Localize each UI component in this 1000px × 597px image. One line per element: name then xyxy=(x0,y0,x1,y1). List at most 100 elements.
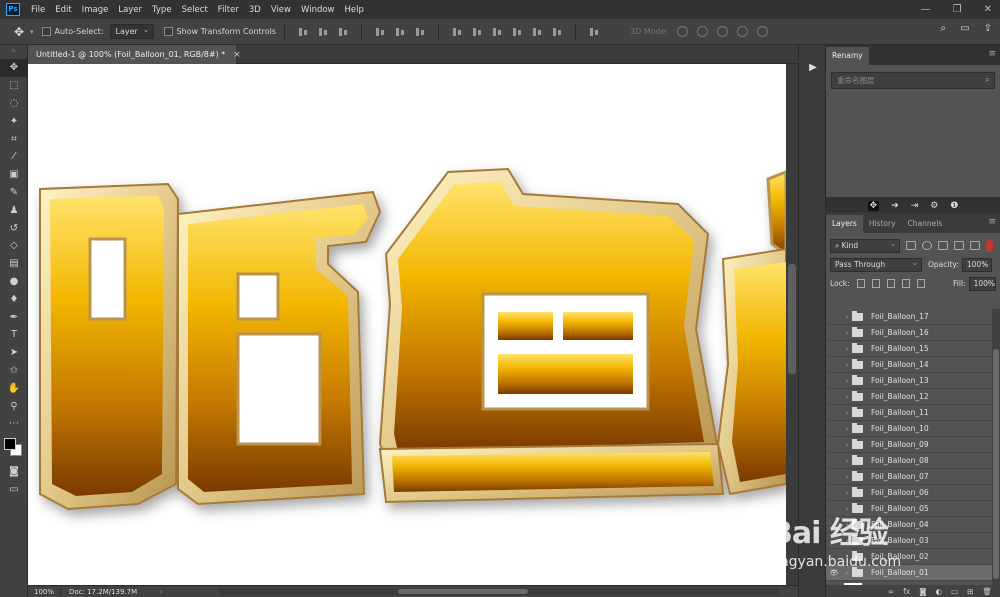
more-tools-icon[interactable]: ⋯ xyxy=(0,415,28,433)
type-filter-icon[interactable] xyxy=(938,241,948,250)
menu-image[interactable]: Image xyxy=(77,5,114,15)
dodge-tool-icon[interactable]: ♦ xyxy=(0,290,28,308)
expand-caret-icon[interactable]: › xyxy=(842,329,852,337)
link-layers-icon[interactable]: ∞ xyxy=(888,587,894,596)
history-brush-tool-icon[interactable]: ↺ xyxy=(0,219,28,237)
lock-artboard-icon[interactable] xyxy=(901,279,910,288)
align-right-icon[interactable] xyxy=(413,26,427,38)
expand-caret-icon[interactable]: › xyxy=(842,489,852,497)
expand-caret-icon[interactable]: › xyxy=(842,441,852,449)
auto-select-checkbox[interactable] xyxy=(41,27,51,36)
align-hcenter-icon[interactable] xyxy=(393,26,407,38)
canvas-vertical-scrollbar[interactable] xyxy=(786,64,798,585)
healing-brush-tool-icon[interactable]: ▣ xyxy=(0,166,28,184)
document-info[interactable]: Doc: 17.2M/139.7M xyxy=(60,587,160,596)
expand-caret-icon[interactable]: › xyxy=(842,313,852,321)
status-menu-arrow-icon[interactable]: › xyxy=(160,588,172,596)
hand-tool-icon[interactable]: ✋ xyxy=(0,379,28,397)
tab-channels[interactable]: Channels xyxy=(902,215,949,233)
expand-caret-icon[interactable]: › xyxy=(842,377,852,385)
menu-3d[interactable]: 3D xyxy=(244,5,266,15)
transform-controls-checkbox[interactable] xyxy=(163,27,173,36)
scrollbar-thumb[interactable] xyxy=(993,349,999,579)
align-vcenter-icon[interactable] xyxy=(316,26,330,38)
type-tool-icon[interactable]: T xyxy=(0,326,28,344)
layer-row[interactable]: › Foil_Balloon_11 xyxy=(826,405,992,421)
toolbox-grip[interactable]: » xyxy=(0,45,27,59)
clone-stamp-tool-icon[interactable]: ♟ xyxy=(0,201,28,219)
layer-row[interactable]: › Foil_Balloon_03 xyxy=(826,533,992,549)
quick-mask-icon[interactable]: ◙ xyxy=(0,463,28,481)
auto-align-icon[interactable] xyxy=(587,26,601,38)
menu-file[interactable]: File xyxy=(26,5,50,15)
3d-pan-icon[interactable] xyxy=(717,26,729,37)
layer-row[interactable]: › Foil_Balloon_10 xyxy=(826,421,992,437)
expand-caret-icon[interactable]: › xyxy=(842,505,852,513)
menu-edit[interactable]: Edit xyxy=(50,5,76,15)
distribute-right-icon[interactable] xyxy=(550,26,564,38)
play-icon[interactable]: ▶ xyxy=(804,58,822,76)
search-icon[interactable]: ⌕ xyxy=(985,73,990,88)
expand-caret-icon[interactable]: › xyxy=(842,473,852,481)
expand-caret-icon[interactable]: › xyxy=(842,537,852,545)
shape-tool-icon[interactable]: ✩ xyxy=(0,362,28,380)
foreground-color-swatch[interactable] xyxy=(4,437,16,450)
rename-icon[interactable]: ✥ xyxy=(867,200,880,211)
distribute-hcenter-icon[interactable] xyxy=(530,26,544,38)
eraser-tool-icon[interactable]: ◇ xyxy=(0,237,28,255)
canvas-artwork[interactable] xyxy=(28,64,786,585)
tab-layers[interactable]: Layers xyxy=(826,215,863,233)
share-icon[interactable]: ⇪ xyxy=(984,23,992,34)
lasso-tool-icon[interactable]: ◌ xyxy=(0,95,28,113)
marquee-tool-icon[interactable]: ⬚ xyxy=(0,77,28,95)
zoom-level[interactable]: 100% xyxy=(28,588,60,596)
magic-wand-tool-icon[interactable]: ✦ xyxy=(0,112,28,130)
fill-input[interactable]: 100% xyxy=(968,276,997,291)
tool-preset-caret-icon[interactable]: ▾ xyxy=(30,28,34,36)
opacity-input[interactable]: 100% xyxy=(961,257,992,272)
distribute-bottom-icon[interactable] xyxy=(490,26,504,38)
distribute-left-icon[interactable] xyxy=(510,26,524,38)
path-selection-tool-icon[interactable]: ➤ xyxy=(0,344,28,362)
3d-scale-icon[interactable] xyxy=(757,26,769,37)
blur-tool-icon[interactable]: ● xyxy=(0,273,28,291)
add-mask-icon[interactable]: ◙ xyxy=(919,587,926,596)
3d-orbit-icon[interactable] xyxy=(677,26,689,37)
gradient-tool-icon[interactable]: ▤ xyxy=(0,255,28,273)
tab-renamy[interactable]: Renamy xyxy=(826,47,869,65)
3d-roll-icon[interactable] xyxy=(697,26,709,37)
delete-layer-icon[interactable]: 🗑 xyxy=(982,587,992,596)
filter-kind-select[interactable]: ⌕ Kind xyxy=(830,238,900,253)
expand-caret-icon[interactable]: › xyxy=(842,553,852,561)
workspace-icon[interactable]: ▭ xyxy=(960,23,969,34)
expand-caret-icon[interactable]: › xyxy=(842,425,852,433)
eyedropper-tool-icon[interactable]: ⁄ xyxy=(0,148,28,166)
screen-mode-icon[interactable]: ▭ xyxy=(0,481,28,499)
settings-icon[interactable]: ⚙ xyxy=(930,201,938,211)
layer-row[interactable]: › Foil_Balloon_04 xyxy=(826,517,992,533)
align-left-icon[interactable] xyxy=(373,26,387,38)
renamy-search-input[interactable]: 重命名图层 ⌕ xyxy=(831,72,995,89)
expand-caret-icon[interactable]: › xyxy=(842,393,852,401)
color-swatches[interactable] xyxy=(0,433,28,463)
move-tool-icon[interactable]: ✥ xyxy=(0,59,28,77)
layer-row[interactable]: › Foil_Balloon_14 xyxy=(826,357,992,373)
menu-view[interactable]: View xyxy=(266,5,296,15)
distribute-top-icon[interactable] xyxy=(450,26,464,38)
minimize-icon[interactable]: — xyxy=(921,4,931,15)
search-icon[interactable]: ⌕ xyxy=(941,23,947,34)
expand-caret-icon[interactable]: › xyxy=(842,345,852,353)
blend-mode-select[interactable]: Pass Through xyxy=(830,257,922,272)
panel-menu-icon[interactable]: ≡ xyxy=(988,217,996,227)
panel-menu-icon[interactable]: ≡ xyxy=(988,49,996,59)
layer-style-icon[interactable]: fx xyxy=(903,587,910,596)
menu-type[interactable]: Type xyxy=(147,5,177,15)
menu-window[interactable]: Window xyxy=(296,5,340,15)
expand-caret-icon[interactable]: › xyxy=(842,521,852,529)
close-icon[interactable]: × xyxy=(233,50,241,60)
smart-object-filter-icon[interactable] xyxy=(970,241,980,250)
menu-filter[interactable]: Filter xyxy=(213,5,244,15)
lock-transparent-icon[interactable] xyxy=(856,279,865,288)
document-tab[interactable]: Untitled-1 @ 100% (Foil_Balloon_01, RGB/… xyxy=(28,45,241,64)
expand-caret-icon[interactable]: › xyxy=(842,409,852,417)
